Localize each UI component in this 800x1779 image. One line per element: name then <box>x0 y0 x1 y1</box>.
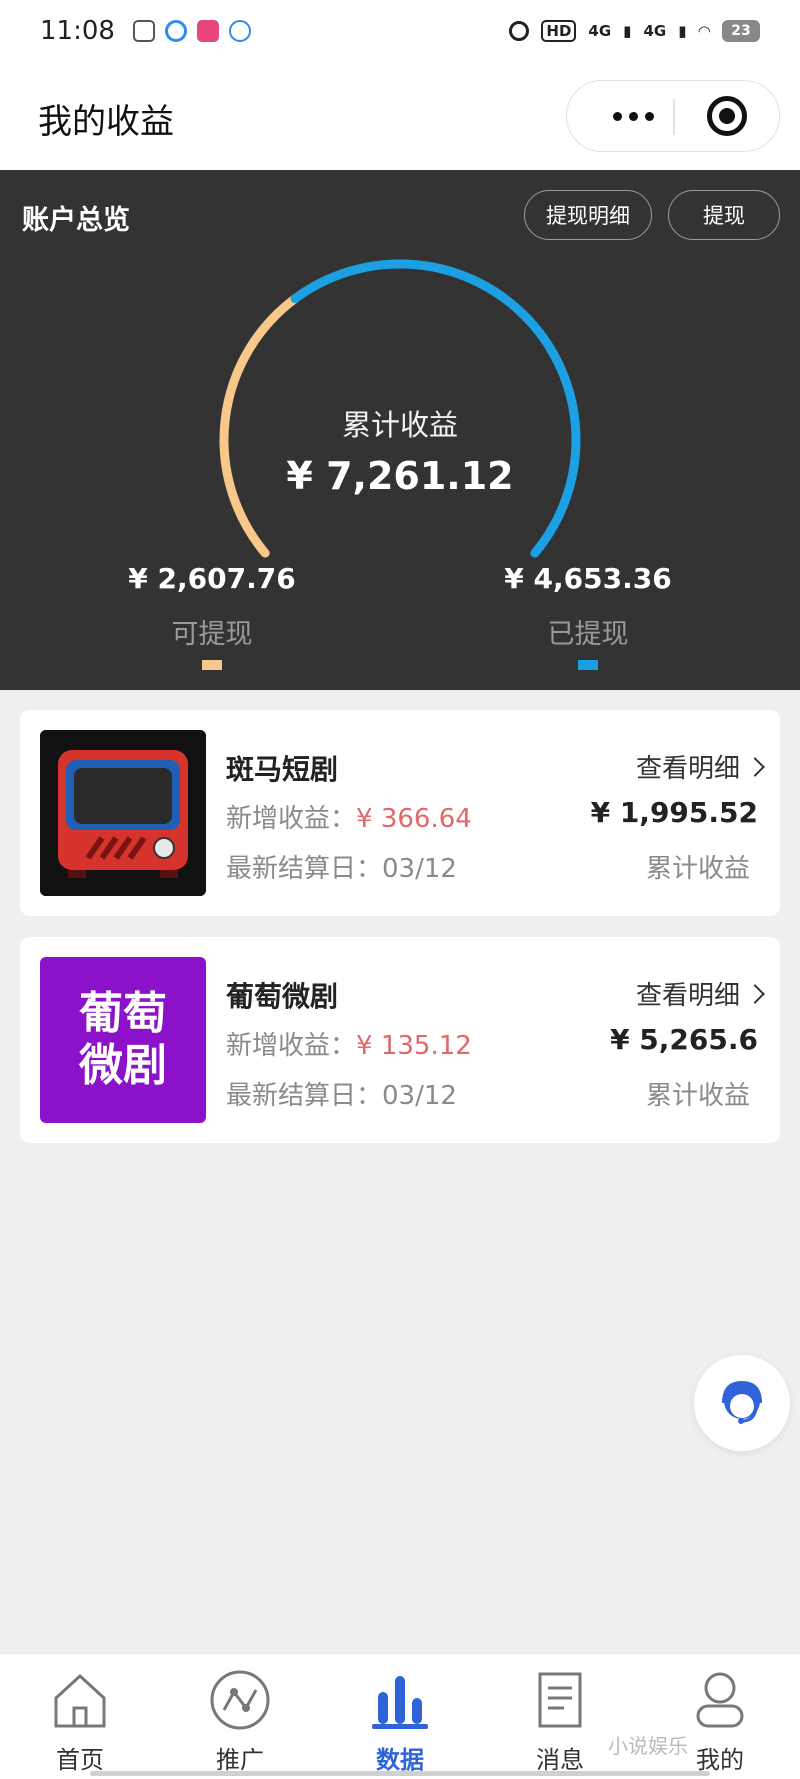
logo-text-line1: 葡萄 <box>79 988 167 1039</box>
grape-drama-logo: 葡萄 微剧 <box>40 957 206 1123</box>
cumulative-earnings-value: ¥ 1,995.52 <box>590 796 758 829</box>
view-details-link[interactable]: 查看明细 <box>635 748 765 785</box>
page-title: 我的收益 <box>38 102 174 142</box>
new-income-label: 新增收益： <box>226 804 357 834</box>
battery-icon: 23 <box>722 20 760 42</box>
watermark: 小说娱乐 <box>608 1734 688 1758</box>
nav-item-message[interactable]: 消息 <box>500 1668 620 1775</box>
capsule-divider <box>673 99 675 135</box>
title-bar: 我的收益 <box>0 62 800 170</box>
nav-item-promote[interactable]: 推广 <box>180 1668 300 1775</box>
drama-app-card[interactable]: 葡萄 微剧 葡萄微剧 新增收益：¥ 135.12 最新结算日：03/12 查看明… <box>20 937 780 1143</box>
cloud-notification-icon <box>228 20 251 42</box>
chevron-right-icon <box>745 983 765 1004</box>
more-dot-icon <box>628 111 638 121</box>
nav-label: 消息 <box>536 1746 584 1774</box>
app-name: 斑马短剧 <box>226 753 339 786</box>
new-income-value: ¥ 135.12 <box>356 1031 472 1061</box>
withdrawable-label: 可提现 <box>171 619 253 650</box>
account-overview: 账户总览 提现明细 提现 累计收益 ¥ 7,261.12 ¥ 2,607.76 … <box>0 170 800 690</box>
new-income-label: 新增收益： <box>226 1031 357 1061</box>
status-bar: 11:08 HD 4G ▮ 4G ▮ ◠ 23 <box>0 0 800 62</box>
close-mini-program-button[interactable] <box>707 96 747 136</box>
drama-app-card[interactable]: 斑马短剧 新增收益：¥ 366.64 最新结算日：03/12 查看明细 ¥ 1,… <box>20 710 780 916</box>
signal-1-icon: ▮ <box>623 22 632 40</box>
nav-item-home[interactable]: 首页 <box>20 1668 140 1775</box>
view-details-label: 查看明细 <box>635 754 740 784</box>
more-dot-icon <box>612 111 622 121</box>
new-income-value: ¥ 366.64 <box>356 804 472 834</box>
tv-icon <box>40 730 206 896</box>
settle-date-value: 03/12 <box>382 854 457 884</box>
withdrawn-value: ¥ 4,653.36 <box>504 562 672 595</box>
settle-date-row: 最新结算日：03/12 <box>226 1075 457 1112</box>
app-name: 葡萄微剧 <box>226 980 339 1013</box>
profile-icon <box>696 1672 744 1728</box>
zebra-drama-logo <box>40 730 206 896</box>
withdrawn-label: 已提现 <box>547 619 629 650</box>
customer-service-button[interactable] <box>694 1355 790 1451</box>
new-income-row: 新增收益：¥ 135.12 <box>226 1025 472 1062</box>
withdrawable-legend-marker <box>202 660 222 670</box>
total-earnings-value: ¥ 7,261.12 <box>286 454 514 498</box>
message-icon <box>538 1672 582 1728</box>
wifi-icon: ◠ <box>698 22 710 40</box>
home-indicator <box>90 1771 710 1776</box>
nav-label: 数据 <box>376 1746 424 1774</box>
shop-notification-icon <box>196 20 219 42</box>
view-details-link[interactable]: 查看明细 <box>635 975 765 1012</box>
chevron-right-icon <box>745 756 765 777</box>
nav-label: 首页 <box>56 1746 104 1774</box>
nav-label: 推广 <box>216 1746 264 1774</box>
cumulative-earnings-value: ¥ 5,265.6 <box>610 1023 758 1056</box>
status-time: 11:08 <box>40 16 115 46</box>
app-notification-icon <box>132 20 155 42</box>
view-details-label: 查看明细 <box>635 981 740 1011</box>
settle-date-value: 03/12 <box>382 1081 457 1111</box>
cumulative-earnings-label: 累计收益 <box>645 854 750 884</box>
withdrawable-value: ¥ 2,607.76 <box>128 562 296 595</box>
home-icon <box>54 1673 106 1728</box>
signal-2-icon: ▮ <box>678 22 687 40</box>
signal-2-label: 4G <box>643 22 667 40</box>
more-dot-icon <box>644 111 654 121</box>
status-right: HD 4G ▮ 4G ▮ ◠ 23 <box>509 20 760 42</box>
signal-1-label: 4G <box>588 22 612 40</box>
withdrawn-legend-marker <box>578 660 598 670</box>
promote-icon <box>210 1670 270 1730</box>
logo-text-line2: 微剧 <box>79 1040 167 1091</box>
settle-date-row: 最新结算日：03/12 <box>226 848 457 885</box>
more-button[interactable] <box>595 81 671 151</box>
total-earnings-label: 累计收益 <box>341 408 458 442</box>
settle-date-label: 最新结算日： <box>226 1081 383 1111</box>
settle-date-label: 最新结算日： <box>226 854 383 884</box>
customer-service-icon <box>722 1380 762 1424</box>
notification-icons <box>132 20 251 42</box>
hd-badge: HD <box>541 20 577 42</box>
nav-item-data[interactable]: 数据 <box>340 1668 460 1775</box>
bottom-navigation: 首页 推广 数据 消息 我的 <box>0 1653 800 1779</box>
mini-program-capsule <box>566 80 780 152</box>
data-icon <box>372 1676 428 1729</box>
cumulative-earnings-label: 累计收益 <box>645 1081 750 1111</box>
browser-notification-icon <box>164 20 187 42</box>
alarm-icon <box>509 21 530 41</box>
new-income-row: 新增收益：¥ 366.64 <box>226 798 472 835</box>
